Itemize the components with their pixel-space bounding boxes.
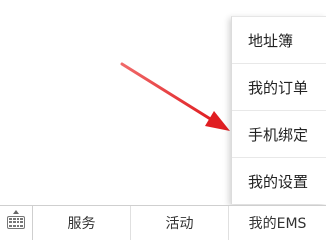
tab-label: 服务 bbox=[67, 216, 96, 232]
menu-item-label: 我的订单 bbox=[248, 78, 309, 97]
menu-item-my-settings[interactable]: 我的设置 bbox=[232, 158, 326, 205]
menu-item-phone-binding[interactable]: 手机绑定 bbox=[232, 111, 326, 158]
menu-item-label: 我的设置 bbox=[248, 173, 309, 191]
menu-item-label: 手机绑定 bbox=[248, 125, 309, 144]
menu-item-label: 地址簿 bbox=[248, 31, 294, 50]
bottom-nav-bar: 服务 活动 我的EMS bbox=[0, 205, 326, 240]
menu-item-address-book[interactable]: 地址簿 bbox=[232, 17, 326, 64]
caret-up-icon bbox=[13, 210, 19, 214]
tab-label: 活动 bbox=[165, 216, 194, 232]
overflow-menu: 地址簿 我的订单 手机绑定 我的设置 bbox=[231, 16, 326, 204]
keyboard-toggle-button[interactable] bbox=[0, 206, 33, 240]
tab-service[interactable]: 服务 bbox=[33, 206, 131, 240]
tab-label: 我的EMS bbox=[248, 216, 307, 232]
tab-activity[interactable]: 活动 bbox=[131, 206, 229, 240]
menu-item-my-orders[interactable]: 我的订单 bbox=[232, 64, 326, 111]
keyboard-icon bbox=[7, 216, 25, 229]
tab-my-ems[interactable]: 我的EMS bbox=[229, 206, 326, 240]
